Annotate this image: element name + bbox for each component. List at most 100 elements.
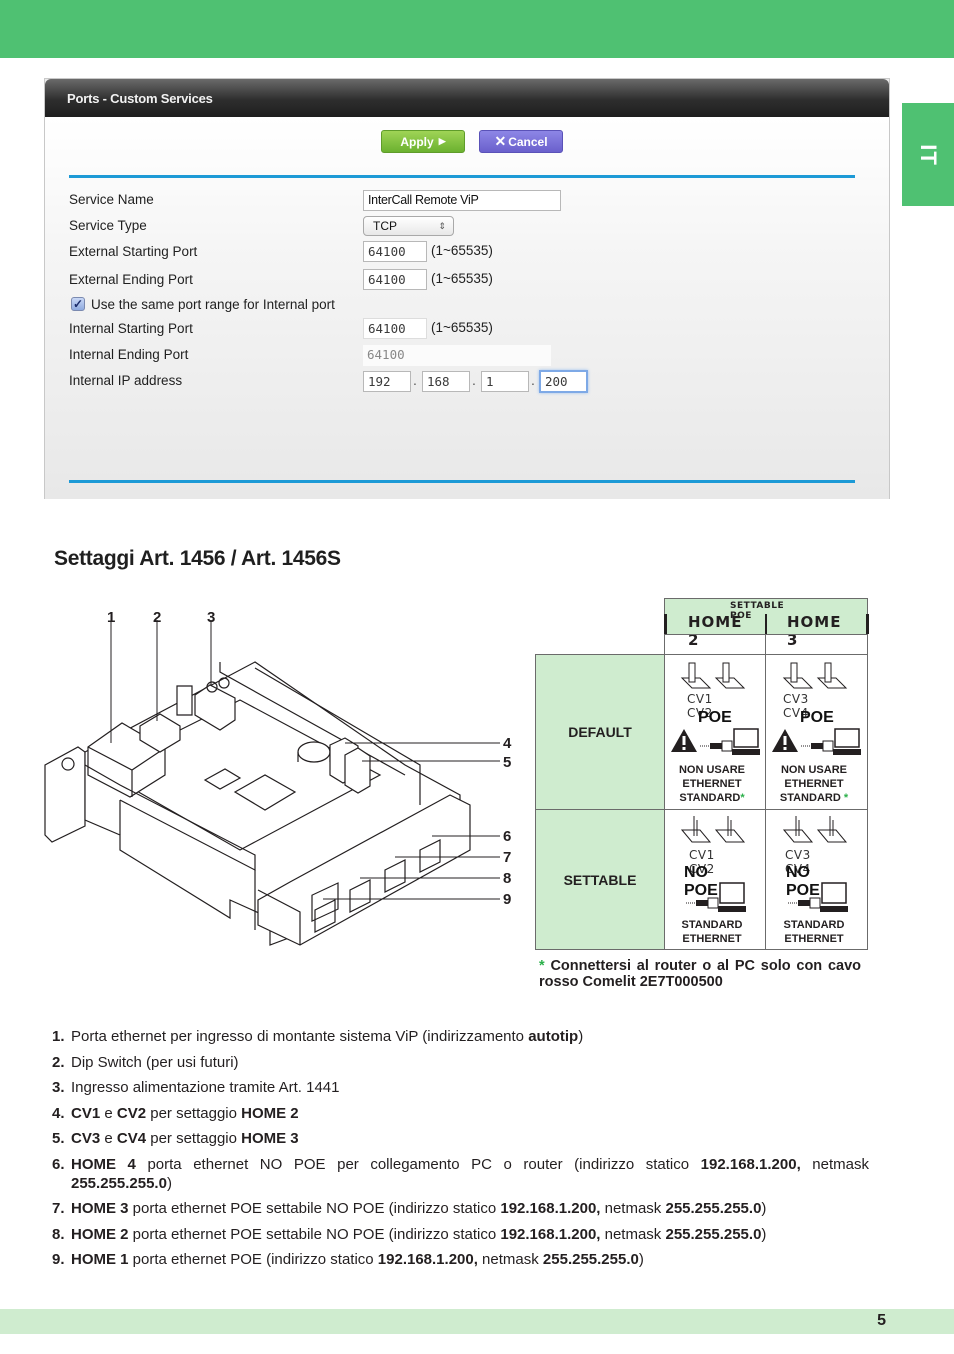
ext-start-label: External Starting Port [69,244,198,259]
legend-item: 1. Porta ethernet per ingresso di montant… [52,1027,869,1046]
note-line: ETHERNET [784,778,844,790]
legend-item: 7. HOME 3 porta ethernet POE settabile NO… [52,1199,869,1218]
legend-text: Porta ethernet per ingresso di montante … [71,1028,529,1045]
note-line: ETHERNET [682,933,742,945]
ip-octet-2[interactable]: 168 [422,371,470,392]
note-line: STANDARD [681,919,743,931]
legend-emphasis: 192.168.1.200, [500,1200,601,1217]
legend-number: 4. [52,1104,65,1122]
legend-text: netmask [600,1200,666,1217]
legend-emphasis: 192.168.1.200, [500,1225,601,1243]
note-line: STANDARD [779,792,841,804]
note-line: ETHERNET [682,778,742,790]
legend-number: 8. [52,1225,65,1243]
ethernet-pc-icon [788,882,848,912]
ip-octet-1[interactable]: 192 [363,371,411,392]
divider-top [69,175,855,178]
legend-emphasis: 192.168.1.200, [700,1155,801,1173]
legend-text: ) [761,1225,767,1243]
legend-emphasis: HOME 2 [71,1225,129,1243]
legend-item: 4. CV1 e CV2 per settaggio HOME 2 [52,1104,869,1123]
int-start-input[interactable]: 64100 [363,318,427,339]
section-title: Settaggi Art. 1456 / Art. 1456S [54,547,341,570]
cancel-button[interactable]: ✕ Cancel [479,130,563,153]
legend-item: 2. Dip Switch (per usi futuri) [52,1053,869,1072]
legend-text: ) [166,1174,172,1192]
legend-emphasis: autotip [528,1028,579,1045]
panel-title: Ports - Custom Services [67,90,213,106]
apply-button[interactable]: Apply ▶ [381,130,465,153]
dip-switch-up-icon [782,662,848,689]
header-bar [866,614,869,634]
legend-text: porta ethernet POE settabile NO POE (ind… [128,1200,501,1217]
note-line: NON USARE [780,764,847,776]
service-name-input[interactable]: InterCall Remote ViP [363,190,561,211]
callout-3: 3 [207,609,215,626]
header-band [0,0,954,58]
legend-text: netmask [600,1225,666,1243]
legend-number: 2. [52,1053,65,1071]
warning-note: NON USARE ETHERNET STANDARD* [666,763,758,805]
callout-8: 8 [503,870,511,887]
legend-number: 1. [52,1028,65,1045]
service-type-select[interactable]: TCP ⇕ [363,216,454,236]
legend-item: 6. HOME 4 porta ethernet NO POE per colle… [52,1155,869,1193]
play-arrow-icon: ▶ [438,136,446,146]
note-line: STANDARD [783,919,845,931]
asterisk-marker: * [740,792,745,804]
panel-body: Apply ▶ ✕ Cancel Service Name InterCall Re… [45,117,889,499]
legend-emphasis: HOME 4 [71,1155,136,1173]
int-start-label: Internal Starting Port [69,321,193,336]
legend-number: 3. [52,1079,65,1096]
legend-text: netmask [477,1251,543,1268]
cable-footnote: * Connettersi al router o al PC solo con… [539,958,861,990]
ethernet-pc-icon [686,882,746,912]
int-ip-label: Internal IP address [69,373,183,388]
spacer-cell [664,634,766,655]
dip-switch-up-icon [680,662,746,689]
ip-octet-3[interactable]: 1 [481,371,529,392]
legend-text: porta ethernet POE settabile NO POE (ind… [128,1225,501,1243]
legend-number: 7. [52,1200,65,1217]
legend-text: e [100,1130,117,1147]
legend-text: porta ethernet POE (indirizzo statico [128,1251,378,1268]
legend-text: Ingresso alimentazione tramite Art. 1441 [71,1079,340,1096]
callout-7: 7 [503,849,511,866]
note-line: ETHERNET [784,933,844,945]
ext-end-label: External Ending Port [69,272,193,287]
ext-start-range: (1~65535) [431,243,493,258]
standard-note: STANDARD ETHERNET [768,918,860,946]
legend-text: ) [578,1028,584,1045]
row-label-default: DEFAULT [535,654,665,810]
ext-start-input[interactable]: 64100 [363,241,427,262]
spacer-cell [765,634,868,655]
legend-emphasis: HOME 3 [241,1130,299,1147]
footer-band: 5 [0,1309,954,1334]
legend-text: ) [761,1200,767,1217]
legend-text: e [100,1104,117,1122]
same-range-checkbox[interactable]: ✓ [71,297,85,311]
component-legend: 1. Porta ethernet per ingresso di montant… [52,1027,869,1276]
legend-text: per settaggio [146,1104,242,1122]
warning-ethernet-icon [772,728,861,755]
ip-octet-4[interactable]: 200 [539,370,588,393]
legend-text: porta ethernet NO POE per collegamento P… [135,1155,701,1173]
legend-emphasis: CV2 [116,1104,147,1122]
int-end-label: Internal Ending Port [69,347,189,362]
int-end-input[interactable]: 64100 [363,345,551,366]
note-line: STANDARD [679,792,741,804]
legend-text: netmask [800,1155,869,1173]
ext-end-input[interactable]: 64100 [363,269,427,290]
legend-emphasis: CV4 [116,1130,147,1147]
ip-separator: . [472,372,476,388]
legend-item: 8. HOME 2 porta ethernet POE settabile NO… [52,1225,869,1244]
legend-emphasis: 255.255.255.0 [665,1225,762,1243]
warning-note: NON USARE ETHERNET STANDARD * [768,763,860,805]
legend-number: 9. [52,1251,65,1268]
legend-emphasis: 255.255.255.0 [71,1174,167,1192]
divider-bottom [69,480,855,483]
callout-1: 1 [107,609,115,626]
legend-emphasis: 255.255.255.0 [542,1251,639,1268]
legend-emphasis: HOME 2 [241,1104,299,1122]
ext-end-range: (1~65535) [431,271,493,286]
